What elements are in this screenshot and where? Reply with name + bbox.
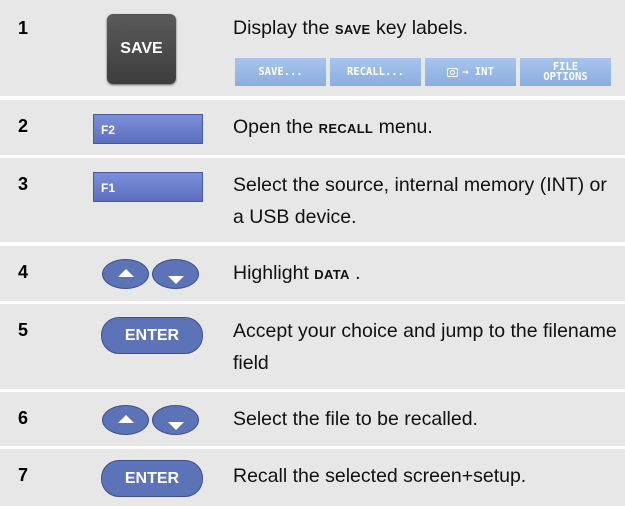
step-description: Accept your choice and jump to the filen… (233, 320, 617, 374)
step-row: 7 ENTER Recall the selected screen+setup… (0, 449, 625, 506)
softkey-labels: SAVE... RECALL... → INT FILE OPTIONS (235, 58, 611, 86)
step-description: Select the file to be recalled. (233, 408, 478, 430)
step-row: 6 Select the file to be recalled. (0, 392, 625, 446)
f1-key[interactable]: F1 (93, 172, 203, 202)
up-key[interactable] (102, 259, 149, 289)
camera-icon (447, 67, 459, 77)
up-arrow-icon (118, 415, 134, 423)
step-number: 3 (18, 174, 29, 194)
step-row: 5 ENTER Accept your choice and jump to t… (0, 304, 625, 389)
step-row: 1 SAVE Display the SAVE key labels. SAVE… (0, 0, 625, 96)
arrow-keys (102, 259, 202, 289)
procedure-table: 1 SAVE Display the SAVE key labels. SAVE… (0, 0, 625, 506)
softkey-recall[interactable]: RECALL... (330, 58, 421, 86)
key-name: DATA (314, 267, 350, 282)
softkey-int[interactable]: → INT (425, 58, 516, 86)
step-description: Open the RECALL menu. (233, 116, 433, 138)
enter-key[interactable]: ENTER (101, 460, 203, 497)
step-number: 5 (18, 320, 29, 340)
up-key[interactable] (102, 405, 149, 435)
down-arrow-icon (168, 276, 184, 284)
step-number: 7 (18, 465, 29, 485)
softkey-save[interactable]: SAVE... (235, 58, 326, 86)
step-row: 4 Highlight DATA . (0, 246, 625, 301)
down-key[interactable] (152, 405, 199, 435)
step-description: Highlight DATA . (233, 262, 361, 284)
step-number: 2 (18, 116, 29, 136)
step-description: Recall the selected screen+setup. (233, 465, 527, 487)
arrow-keys (102, 405, 202, 435)
step-number: 6 (18, 408, 29, 428)
save-key[interactable]: SAVE (107, 14, 176, 84)
step-row: 2 F2 Open the RECALL menu. (0, 100, 625, 155)
down-key[interactable] (152, 259, 199, 289)
step-description: Select the source, internal memory (INT)… (233, 174, 607, 228)
down-arrow-icon (168, 422, 184, 430)
softkey-file-options[interactable]: FILE OPTIONS (520, 58, 611, 86)
up-arrow-icon (118, 269, 134, 277)
step-number: 4 (18, 262, 29, 282)
enter-key[interactable]: ENTER (101, 317, 203, 354)
key-name: RECALL (318, 121, 374, 136)
f2-key[interactable]: F2 (93, 114, 203, 144)
step-description: Display the SAVE key labels. (233, 17, 469, 39)
step-row: 3 F1 Select the source, internal memory … (0, 158, 625, 242)
step-number: 1 (18, 18, 29, 38)
key-name: SAVE (334, 22, 371, 37)
